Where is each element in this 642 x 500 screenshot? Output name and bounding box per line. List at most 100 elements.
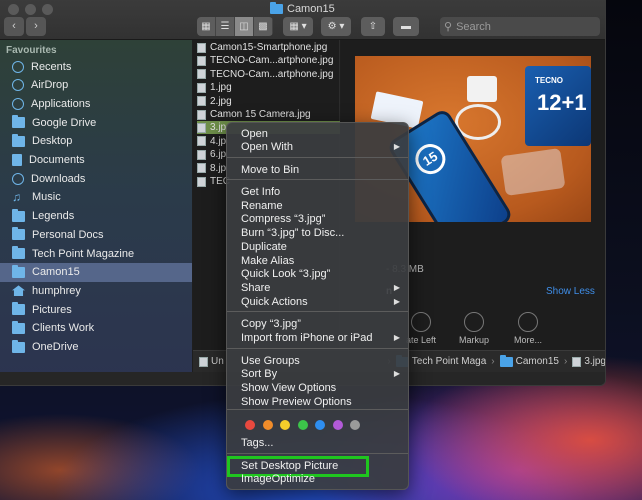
tag-icon[interactable]: ▬ bbox=[393, 17, 419, 36]
sidebar-item-camon15[interactable]: Camon15 bbox=[0, 262, 192, 282]
image-file-icon bbox=[197, 136, 206, 147]
markup-button[interactable]: Markup bbox=[449, 312, 499, 345]
menu-item-open-with[interactable]: Open With ▶ bbox=[227, 140, 408, 154]
show-less-link[interactable]: Show Less bbox=[546, 286, 595, 297]
list-view-icon[interactable]: ☰ bbox=[216, 17, 235, 36]
more-button[interactable]: More... bbox=[503, 312, 553, 345]
menu-separator bbox=[227, 179, 408, 180]
share-icon[interactable]: ⇧ bbox=[361, 17, 385, 36]
group-by-button[interactable]: ▦ ▾ bbox=[283, 17, 313, 36]
sidebar-item-desktop[interactable]: Desktop bbox=[0, 132, 192, 151]
tag-color-dot[interactable] bbox=[350, 420, 360, 430]
menu-item-label: Sort By bbox=[241, 368, 278, 380]
file-name: 1.jpg bbox=[210, 82, 232, 94]
menu-item-open[interactable]: Open bbox=[227, 127, 408, 141]
sidebar-item-label: Camon15 bbox=[32, 266, 80, 279]
file-name: TECNO-Cam...artphone.jpg bbox=[210, 68, 334, 80]
sidebar-item-humphrey[interactable]: humphrey bbox=[0, 281, 192, 300]
ellipsis-icon bbox=[518, 312, 538, 332]
image-file-icon bbox=[197, 149, 206, 160]
menu-item-rename[interactable]: Rename bbox=[227, 199, 408, 213]
menu-item-show-view-options[interactable]: Show View Options bbox=[227, 381, 408, 395]
search-input[interactable]: ⚲ Search bbox=[440, 17, 600, 36]
menu-item-tags[interactable]: Tags... bbox=[227, 436, 408, 450]
path-crumb[interactable]: Un bbox=[199, 356, 224, 367]
menu-item-label: ImageOptimize bbox=[241, 473, 315, 485]
tag-color-dot[interactable] bbox=[332, 420, 343, 430]
menu-item-show-preview-options[interactable]: Show Preview Options bbox=[227, 395, 408, 409]
path-crumb[interactable]: 3.jpg bbox=[572, 356, 605, 367]
menu-item-label: Open bbox=[241, 128, 268, 140]
tag-color-dot[interactable] bbox=[280, 420, 290, 430]
menu-item-share[interactable]: Share ▶ bbox=[227, 281, 408, 295]
file-item[interactable]: Camon15-Smartphone.jpg bbox=[197, 41, 340, 54]
action-gear-icon[interactable]: ⚙ ▾ bbox=[321, 17, 351, 36]
menu-item-imageoptimize[interactable]: ImageOptimize bbox=[227, 472, 408, 486]
menu-item-get-info[interactable]: Get Info bbox=[227, 185, 408, 199]
sidebar-item-clients-work[interactable]: Clients Work bbox=[0, 319, 192, 338]
download-icon bbox=[12, 172, 24, 185]
file-item[interactable]: Camon 15 Camera.jpg bbox=[197, 108, 340, 121]
gallery-view-icon[interactable]: ▩ bbox=[254, 17, 273, 36]
menu-item-label: Use Groups bbox=[241, 355, 300, 367]
close-button[interactable] bbox=[8, 4, 19, 15]
window-title: Camon15 bbox=[270, 2, 335, 15]
menu-item-import-from-iphone-or-ipad[interactable]: Import from iPhone or iPad ▶ bbox=[227, 331, 408, 345]
menu-item-quick-actions[interactable]: Quick Actions ▶ bbox=[227, 295, 408, 309]
menu-separator bbox=[227, 453, 408, 454]
file-item[interactable]: TECNO-Cam...artphone.jpg bbox=[197, 54, 340, 67]
sidebar-item-personal-docs[interactable]: Personal Docs bbox=[0, 225, 192, 244]
menu-item-use-groups[interactable]: Use Groups bbox=[227, 354, 408, 368]
sidebar-item-downloads[interactable]: Downloads bbox=[0, 169, 192, 188]
context-menu: Open Open With ▶ Move to Bin Get Info Rename C… bbox=[226, 122, 409, 490]
sidebar-item-label: Clients Work bbox=[32, 322, 95, 335]
file-item[interactable]: 1.jpg bbox=[197, 81, 340, 94]
sidebar-item-label: AirDrop bbox=[31, 79, 69, 92]
icon-view-icon[interactable]: ▦ bbox=[197, 17, 216, 36]
menu-item-label: Quick Actions bbox=[241, 296, 308, 308]
sidebar-item-label: OneDrive bbox=[32, 341, 79, 353]
sidebar-item-music[interactable]: ♫ Music bbox=[0, 188, 192, 207]
menu-item-quick-look-3-jpg[interactable]: Quick Look “3.jpg” bbox=[227, 267, 408, 281]
sidebar-item-label: Music bbox=[32, 191, 61, 204]
column-view-icon[interactable]: ◫ bbox=[235, 17, 254, 36]
folder-icon bbox=[12, 115, 25, 129]
sidebar-item-pictures[interactable]: Pictures bbox=[0, 300, 192, 319]
sidebar-item-tech-point-magazine[interactable]: Tech Point Magazine bbox=[0, 244, 192, 263]
sidebar-item-recents[interactable]: Recents bbox=[0, 57, 192, 76]
menu-item-move-to-bin[interactable]: Move to Bin bbox=[227, 163, 408, 177]
menu-item-label: Set Desktop Picture bbox=[241, 460, 339, 472]
menu-item-sort-by[interactable]: Sort By ▶ bbox=[227, 367, 408, 381]
zoom-button[interactable] bbox=[42, 4, 53, 15]
tag-color-dot[interactable] bbox=[297, 420, 308, 430]
minimize-button[interactable] bbox=[25, 4, 36, 15]
menu-item-burn-3-jpg-to-disc[interactable]: Burn “3.jpg” to Disc... bbox=[227, 226, 408, 240]
pictures-icon bbox=[12, 302, 25, 316]
menu-item-make-alias[interactable]: Make Alias bbox=[227, 254, 408, 268]
path-crumb[interactable]: Tech Point Maga bbox=[395, 354, 486, 367]
image-file-icon bbox=[197, 163, 206, 174]
menu-item-copy-3-jpg[interactable]: Copy “3.jpg” bbox=[227, 317, 408, 331]
menu-item-duplicate[interactable]: Duplicate bbox=[227, 240, 408, 254]
sidebar-item-documents[interactable]: Documents bbox=[0, 151, 192, 170]
menu-item-compress-3-jpg[interactable]: Compress “3.jpg” bbox=[227, 212, 408, 226]
image-file-icon bbox=[197, 42, 206, 53]
sidebar-item-applications[interactable]: Applications bbox=[0, 94, 192, 113]
path-crumb[interactable]: Camon15 bbox=[499, 354, 559, 367]
window-controls bbox=[8, 4, 53, 15]
sidebar-heading: Favourites bbox=[6, 45, 57, 56]
file-item[interactable]: 2.jpg bbox=[197, 95, 340, 108]
back-button[interactable]: ‹ bbox=[4, 17, 24, 36]
tag-color-dot[interactable] bbox=[245, 420, 255, 430]
tag-color-dot[interactable] bbox=[315, 420, 325, 430]
sidebar-item-airdrop[interactable]: AirDrop bbox=[0, 76, 192, 95]
file-item[interactable]: TECNO-Cam...artphone.jpg bbox=[197, 68, 340, 81]
forward-button[interactable]: › bbox=[26, 17, 46, 36]
sidebar-item-legends[interactable]: Legends bbox=[0, 207, 192, 226]
sidebar-item-google-drive[interactable]: Google Drive bbox=[0, 113, 192, 132]
menu-item-label: Import from iPhone or iPad bbox=[241, 332, 373, 344]
tag-color-dot[interactable] bbox=[262, 420, 273, 430]
sidebar-item-onedrive[interactable]: OneDrive bbox=[0, 338, 192, 357]
file-name: 6.jp bbox=[210, 149, 227, 161]
menu-item-label: Show Preview Options bbox=[241, 396, 352, 408]
